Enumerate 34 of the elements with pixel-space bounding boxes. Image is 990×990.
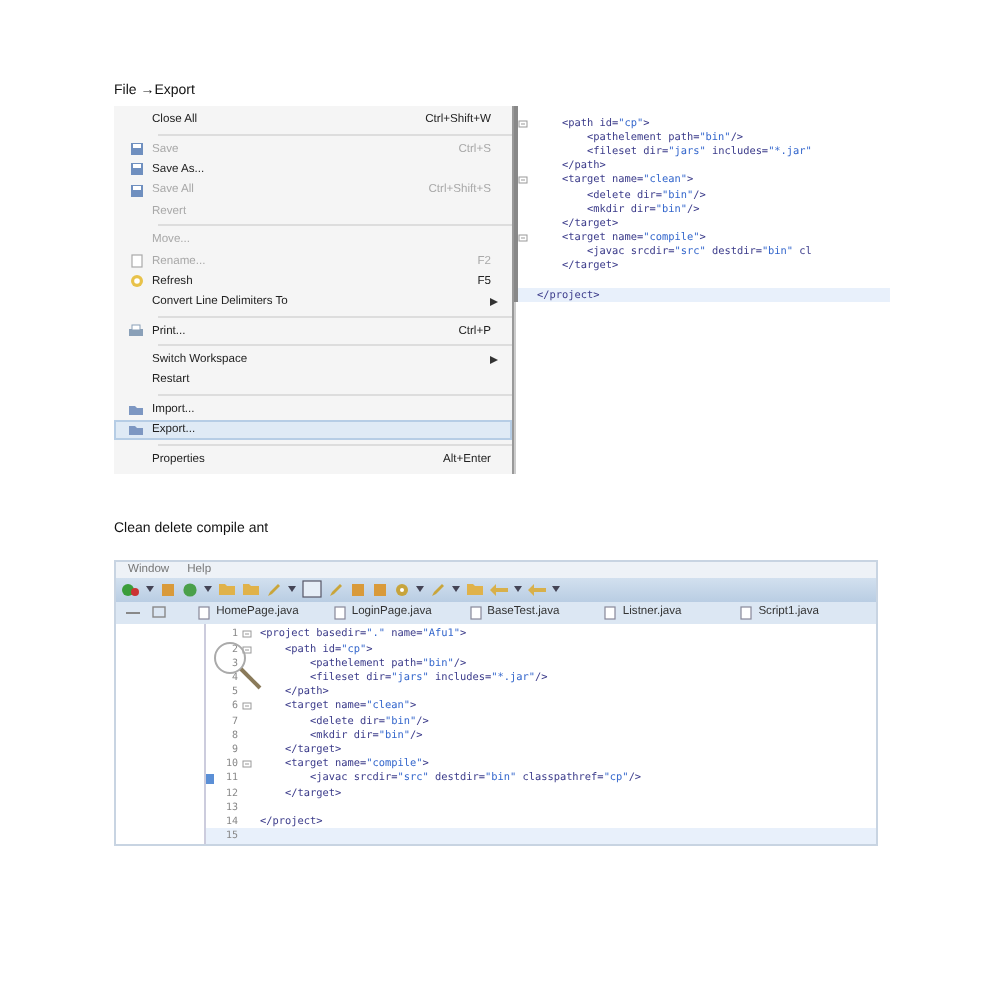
magnifier-icon [212,639,264,692]
caret-icon[interactable] [452,586,460,593]
box-icon[interactable] [350,581,366,598]
java-file-icon [333,605,346,620]
fold-icon[interactable] [242,702,252,711]
caret-icon[interactable] [204,586,212,593]
document-icon [129,254,143,269]
arrow-icon[interactable] [528,583,546,596]
fold-icon[interactable] [242,630,252,639]
submenu-arrow-icon [490,298,499,307]
minimize-icon[interactable] [124,607,141,618]
java-file-icon [469,605,482,620]
java-file-icon [604,605,617,620]
caret-icon[interactable] [552,586,560,593]
fold-icon[interactable] [518,176,529,185]
fold-icon[interactable] [518,119,529,128]
printer-icon [128,324,144,339]
folder-icon[interactable] [466,582,484,597]
pencil-icon[interactable] [328,581,344,598]
java-file-icon [740,605,753,620]
box-icon[interactable] [372,581,388,598]
maximize-icon[interactable] [152,606,167,619]
fold-icon[interactable] [242,760,252,769]
fold-icon[interactable] [518,234,529,243]
arrow-icon[interactable] [490,583,508,596]
fold-icon[interactable] [242,645,252,654]
refresh-icon [129,274,143,289]
java-file-icon [198,605,211,620]
caret-icon[interactable] [514,586,522,593]
submenu-arrow-icon [490,356,499,365]
caret-icon[interactable] [288,586,296,593]
caret-icon[interactable] [416,586,424,593]
caret-icon[interactable] [146,586,154,593]
frame-icon[interactable] [302,580,322,599]
